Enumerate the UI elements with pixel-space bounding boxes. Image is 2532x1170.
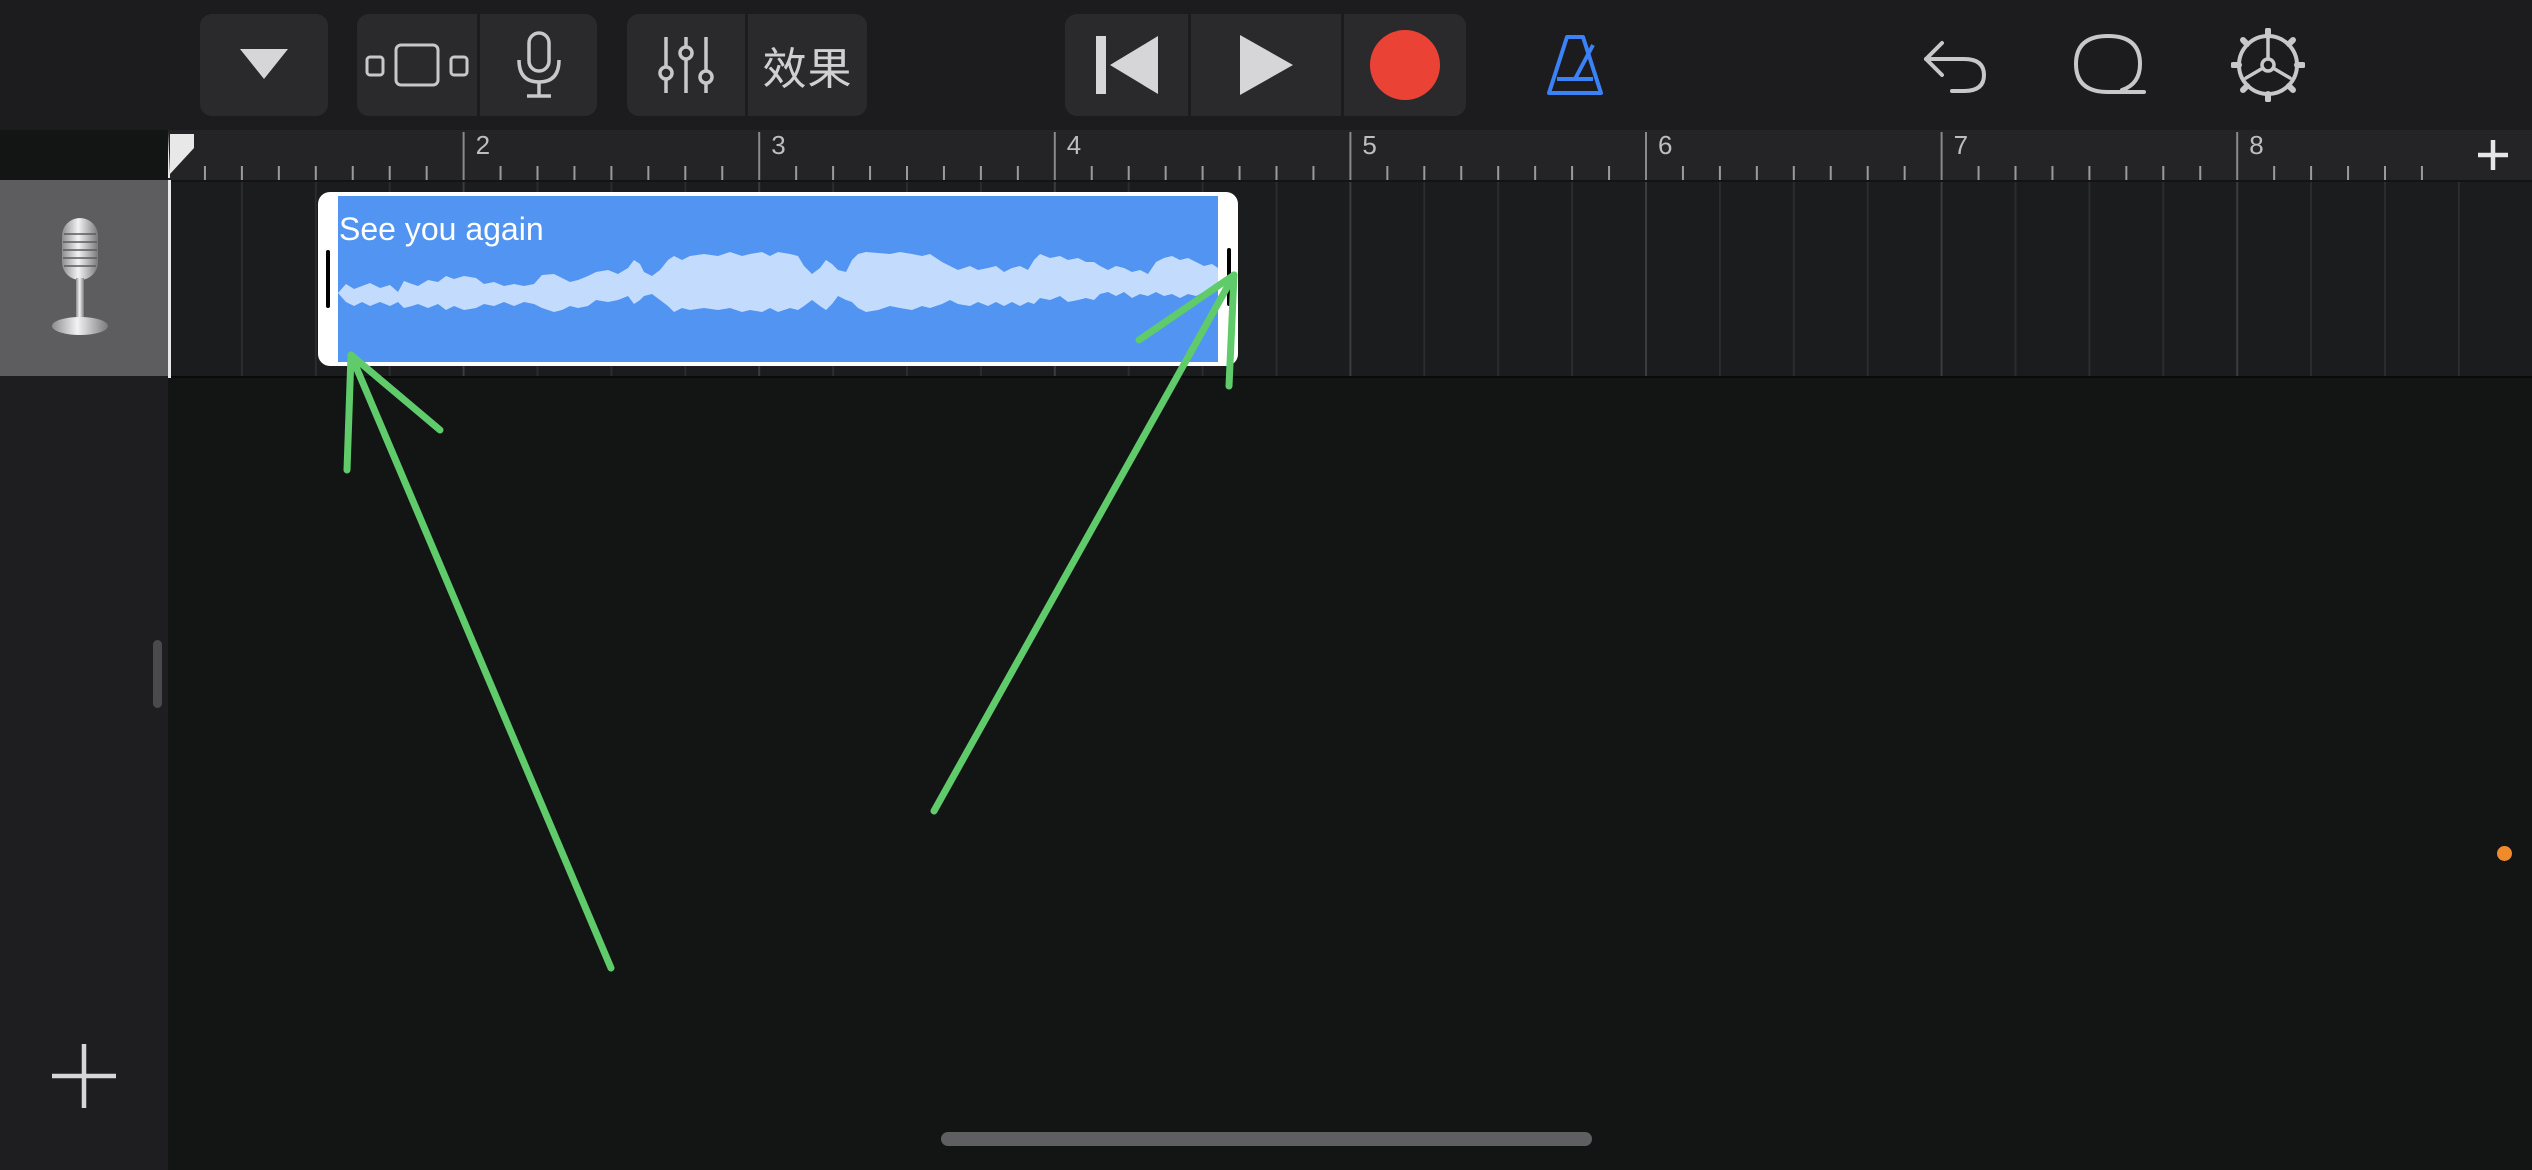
microphone-icon [52, 218, 108, 335]
metronome-icon [1547, 35, 1603, 95]
region-right-trim-handle[interactable] [1227, 248, 1231, 306]
track-resize-handle[interactable] [153, 640, 162, 708]
plus-icon [52, 1044, 116, 1108]
ruler-bar-number: 2 [476, 130, 490, 160]
mixer-sliders-icon [658, 37, 714, 93]
play-icon [1240, 35, 1293, 95]
undo-icon [1924, 41, 1987, 93]
view-group [357, 14, 597, 116]
ruler-bar-number: 8 [2249, 130, 2263, 160]
garageband-tracks-view: 效果 2 3 4 5 6 7 8 See you again [0, 0, 2532, 1170]
left-arrow-shaft [347, 351, 615, 972]
playhead-marker-icon[interactable] [168, 132, 194, 178]
ruler-bar-number: 3 [771, 130, 785, 160]
record-icon [1370, 30, 1440, 100]
effects-label: 效果 [762, 44, 853, 95]
go-to-beginning-button[interactable] [1065, 14, 1188, 116]
loop-icon [2073, 33, 2146, 94]
mixer-button[interactable] [627, 14, 745, 116]
play-button[interactable] [1188, 14, 1341, 116]
playhead-line[interactable] [168, 180, 171, 378]
instrument-view-button[interactable] [477, 14, 597, 116]
track-header-audio-recorder[interactable] [0, 180, 168, 376]
undo-button[interactable] [1905, 14, 2005, 116]
tracks-view-icon [365, 43, 469, 87]
mix-group: 效果 [627, 14, 867, 116]
ruler-bar-number: 4 [1067, 130, 1081, 160]
dropdown-arrow-icon [240, 49, 288, 79]
settings-button[interactable] [2218, 14, 2318, 116]
add-section-button[interactable] [2454, 130, 2532, 180]
timeline-ruler[interactable]: 2 3 4 5 6 7 8 [168, 130, 2532, 180]
ruler-marks: 2 3 4 5 6 7 8 [168, 130, 2497, 180]
microphone-icon [516, 31, 561, 98]
plus-icon [2478, 140, 2508, 170]
ruler-bar-number: 6 [1658, 130, 1672, 160]
record-button[interactable] [1341, 14, 1466, 116]
browser-dropdown-button[interactable] [200, 14, 328, 116]
region-left-trim-handle[interactable] [326, 250, 330, 308]
metronome-button[interactable] [1525, 14, 1625, 116]
add-track-button[interactable] [48, 1040, 120, 1112]
lane-separator [168, 376, 2532, 378]
browser-group [200, 14, 328, 116]
top-toolbar: 效果 [0, 0, 2532, 130]
loop-browser-button[interactable] [2060, 14, 2160, 116]
transport-group [1065, 14, 1466, 116]
tracks-view-button[interactable] [357, 14, 477, 116]
home-indicator[interactable] [941, 1132, 1592, 1146]
region-title: See you again [339, 211, 544, 247]
ruler-bar-number: 5 [1362, 130, 1376, 160]
ruler-bar-number: 7 [1954, 130, 1968, 160]
go-to-beginning-icon [1095, 36, 1158, 94]
effects-button[interactable]: 效果 [745, 14, 867, 116]
orange-indicator-dot [2497, 846, 2512, 861]
settings-gear-icon [2231, 28, 2305, 102]
